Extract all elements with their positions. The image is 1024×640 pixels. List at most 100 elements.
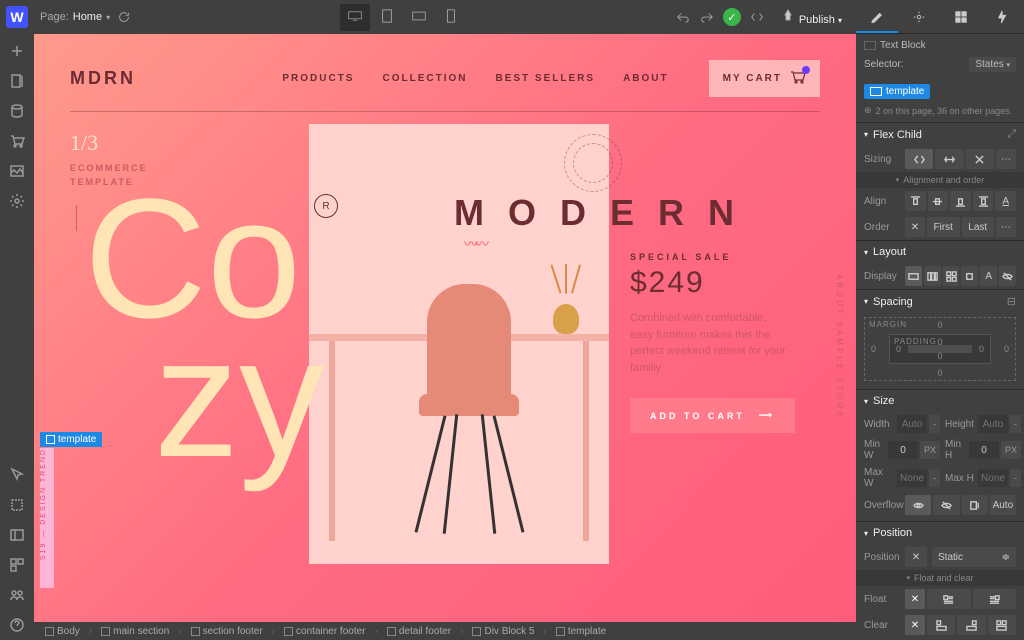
align-stretch-icon[interactable] [973, 191, 994, 211]
section-flex-child[interactable]: ▾Flex Child⤢ [856, 123, 1024, 146]
float-right-icon[interactable] [973, 589, 1017, 609]
spacing-settings-icon[interactable]: ⊟ [1007, 295, 1016, 308]
position-select[interactable]: Static≑ [932, 547, 1016, 567]
minw-input[interactable] [888, 441, 918, 459]
width-input[interactable] [897, 415, 927, 433]
display-none-icon[interactable] [999, 266, 1016, 286]
align-start-icon[interactable] [905, 191, 926, 211]
clear-right-icon[interactable] [957, 615, 985, 635]
clear-left-icon[interactable] [927, 615, 955, 635]
width-unit[interactable]: - [929, 415, 940, 433]
ecommerce-icon[interactable] [7, 131, 27, 151]
sizing-none-icon[interactable] [966, 149, 994, 169]
settings-icon[interactable] [7, 191, 27, 211]
sizing-grow-icon[interactable] [935, 149, 963, 169]
float-header[interactable]: ▾Float and clear [856, 570, 1024, 586]
float-none-icon[interactable]: ✕ [905, 589, 925, 609]
section-layout[interactable]: ▾Layout [856, 241, 1024, 263]
assets-icon[interactable] [7, 161, 27, 181]
crumb-detail[interactable]: detail footer [382, 625, 456, 638]
select-tool-icon[interactable] [7, 495, 27, 515]
team-icon[interactable] [7, 585, 27, 605]
tab-style-manager-icon[interactable] [940, 0, 982, 33]
crumb-template[interactable]: template [551, 625, 611, 638]
selected-element[interactable]: S19 — DESIGN TREND [40, 448, 54, 588]
box-model[interactable]: MARGIN 0 0 0 0 PADDING 0 0 0 0 [864, 317, 1016, 381]
crumb-main[interactable]: main section [96, 625, 174, 638]
mobile-device-icon[interactable] [436, 4, 466, 31]
order-last-button[interactable]: Last [962, 217, 995, 237]
class-chip[interactable]: template [864, 84, 930, 99]
display-inlineblock-icon[interactable] [961, 266, 978, 286]
align-end-icon[interactable] [950, 191, 971, 211]
display-inline-icon[interactable]: A [980, 266, 997, 286]
clear-both-icon[interactable] [988, 615, 1016, 635]
minh-input[interactable] [969, 441, 999, 459]
status-ok-icon[interactable]: ✓ [723, 8, 741, 26]
order-none-icon[interactable]: ✕ [905, 217, 925, 237]
order-more-icon[interactable]: ⋯ [996, 217, 1016, 237]
display-grid-icon[interactable] [943, 266, 960, 286]
maxw-input[interactable] [897, 469, 927, 487]
nav-collection[interactable]: COLLECTION [382, 73, 467, 84]
overflow-auto-button[interactable]: Auto [990, 495, 1016, 515]
page-selector[interactable]: Page: Home ▾ [40, 11, 110, 23]
tablet-landscape-icon[interactable] [404, 4, 434, 31]
clear-none-icon[interactable]: ✕ [905, 615, 925, 635]
nav-about[interactable]: ABOUT [623, 73, 669, 84]
crumb-div[interactable]: Div Block 5 [467, 625, 539, 638]
sizing-shrink-icon[interactable] [905, 149, 933, 169]
design-canvas[interactable]: MDRN PRODUCTS COLLECTION BEST SELLERS AB… [34, 34, 856, 622]
add-element-icon[interactable] [7, 41, 27, 61]
refresh-icon[interactable] [116, 9, 132, 25]
overflow-hidden-icon[interactable] [933, 495, 959, 515]
selection-tag[interactable]: template [40, 432, 102, 447]
nav-products[interactable]: PRODUCTS [282, 73, 354, 84]
crumb-body[interactable]: Body [40, 625, 85, 638]
pages-icon[interactable] [7, 71, 27, 91]
publish-button[interactable]: Publish ▾ [773, 5, 850, 30]
height-unit[interactable]: - [1010, 415, 1021, 433]
navigator-icon[interactable] [7, 555, 27, 575]
section-position[interactable]: ▾Position [856, 522, 1024, 544]
brand-logo[interactable]: MDRN [70, 68, 136, 89]
add-to-cart-button[interactable]: ADD TO CART⟶ [630, 398, 795, 433]
crumb-container[interactable]: container footer [279, 625, 371, 638]
redo-icon[interactable] [699, 9, 715, 25]
states-dropdown[interactable]: States ▾ [969, 57, 1016, 72]
desktop-device-icon[interactable] [340, 4, 370, 31]
display-flex-icon[interactable] [924, 266, 941, 286]
section-spacing[interactable]: ▾Spacing⊟ [856, 290, 1024, 313]
webflow-logo[interactable]: W [6, 6, 28, 28]
minh-unit[interactable]: PX [1001, 441, 1021, 459]
tab-style-icon[interactable] [856, 0, 898, 33]
cart-button[interactable]: MY CART [709, 60, 820, 97]
align-center-icon[interactable] [928, 191, 949, 211]
align-baseline-icon[interactable]: A [995, 191, 1016, 211]
maxh-unit[interactable]: - [1010, 469, 1021, 487]
tablet-device-icon[interactable] [372, 4, 402, 31]
help-icon[interactable] [7, 615, 27, 635]
display-block-icon[interactable] [905, 266, 922, 286]
cursor-tool-icon[interactable] [7, 465, 27, 485]
order-first-button[interactable]: First [927, 217, 960, 237]
code-icon[interactable] [749, 9, 765, 25]
overflow-scroll-icon[interactable] [962, 495, 988, 515]
tab-settings-icon[interactable] [898, 0, 940, 33]
cms-icon[interactable] [7, 101, 27, 121]
maxw-unit[interactable]: - [929, 469, 940, 487]
nav-bestsellers[interactable]: BEST SELLERS [495, 73, 595, 84]
overflow-visible-icon[interactable] [905, 495, 931, 515]
alignment-header[interactable]: ▾Alignment and order [856, 172, 1024, 188]
section-size[interactable]: ▾Size [856, 390, 1024, 412]
float-left-icon[interactable] [927, 589, 971, 609]
crumb-footer[interactable]: section footer [186, 625, 268, 638]
position-reset-icon[interactable]: ✕ [905, 547, 927, 567]
minw-unit[interactable]: PX [920, 441, 940, 459]
xd-panel-icon[interactable] [7, 525, 27, 545]
undo-icon[interactable] [675, 9, 691, 25]
sizing-more-icon[interactable]: ⋯ [996, 149, 1016, 169]
height-input[interactable] [978, 415, 1008, 433]
maxh-input[interactable] [978, 469, 1008, 487]
expand-icon[interactable]: ⤢ [1007, 128, 1016, 141]
